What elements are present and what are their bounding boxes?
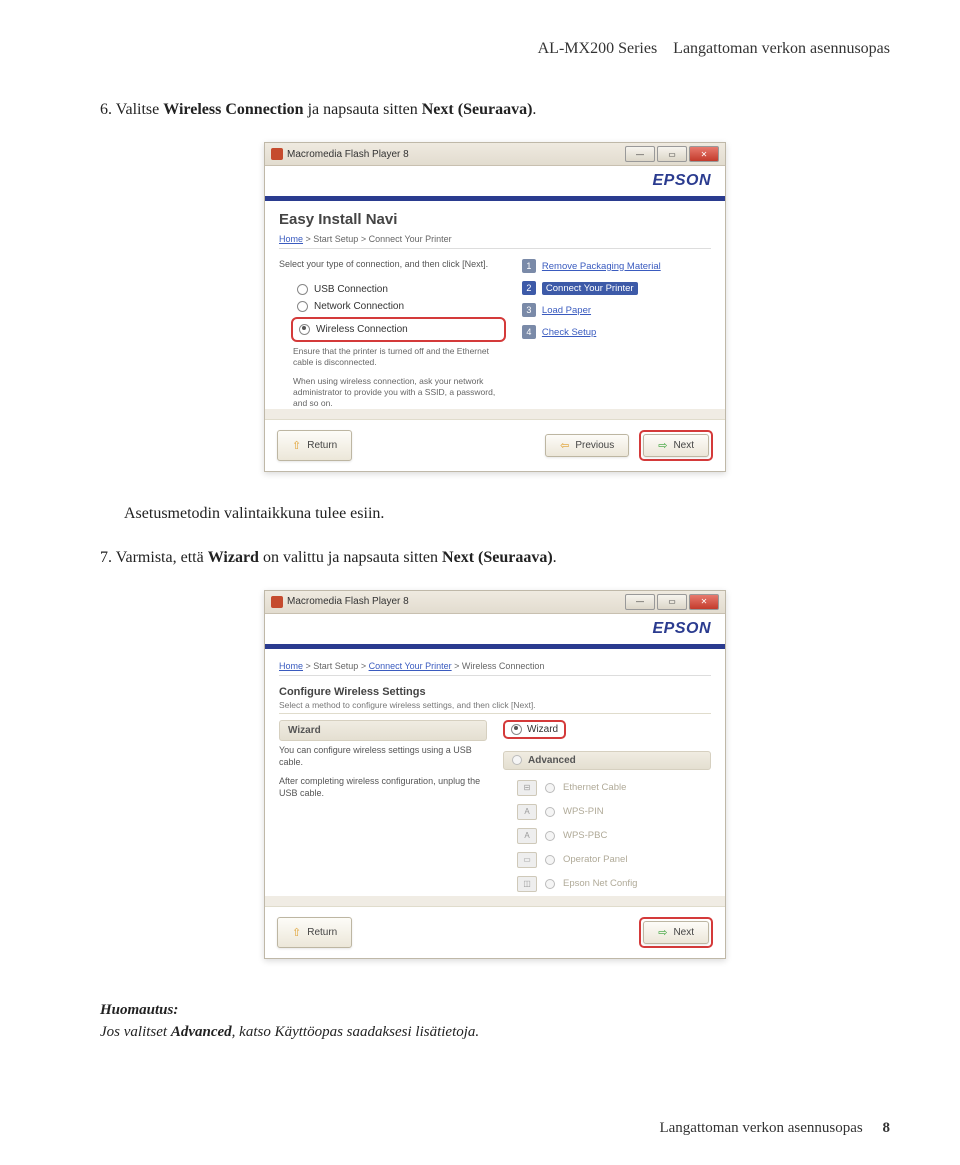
breadcrumb-connect[interactable]: Connect Your Printer — [369, 661, 452, 671]
page-footer: Langattoman verkon asennusopas 8 — [659, 1120, 890, 1137]
page-number: 8 — [883, 1120, 891, 1136]
minimize-button[interactable]: — — [625, 594, 655, 610]
window-titlebar: Macromedia Flash Player 8 — ▭ ✕ — [265, 591, 725, 614]
maximize-button[interactable]: ▭ — [657, 594, 687, 610]
setup-steps-list: 1Remove Packaging Material 2Connect Your… — [522, 259, 711, 409]
right-arrow-icon: ⇨ — [658, 439, 667, 452]
setup-step-1[interactable]: 1Remove Packaging Material — [522, 259, 711, 273]
flash-icon — [271, 148, 283, 160]
right-arrow-icon: ⇨ — [658, 926, 667, 939]
radio-icon — [512, 755, 522, 765]
window-title: Macromedia Flash Player 8 — [287, 596, 409, 607]
left-arrow-icon: ⇦ — [560, 439, 569, 452]
page-title: Easy Install Navi — [279, 211, 711, 228]
setup-step-4[interactable]: 4Check Setup — [522, 325, 711, 339]
brand-label: EPSON — [265, 614, 725, 649]
advanced-option-ethernet: ⊟Ethernet Cable — [503, 776, 711, 800]
screenshot-configure-wireless: Macromedia Flash Player 8 — ▭ ✕ EPSON Ho… — [264, 590, 726, 959]
panel-icon: ▭ — [517, 852, 537, 868]
series-label: AL-MX200 Series — [538, 40, 658, 57]
step-6-text: 6. Valitse Wireless Connection ja napsau… — [100, 98, 890, 122]
breadcrumb-home[interactable]: Home — [279, 234, 303, 244]
previous-button[interactable]: ⇦Previous — [545, 434, 629, 457]
flash-icon — [271, 596, 283, 608]
maximize-button[interactable]: ▭ — [657, 146, 687, 162]
return-button[interactable]: ⇧Return — [277, 430, 352, 461]
brand-label: EPSON — [265, 166, 725, 201]
between-text: Asetusmetodin valintaikkuna tulee esiin. — [124, 502, 890, 526]
note-heading: Huomautus: — [100, 999, 890, 1022]
wizard-desc-1: You can configure wireless settings usin… — [279, 745, 487, 768]
note-body: Jos valitset Advanced, katso Käyttöopas … — [100, 1021, 890, 1044]
advanced-option-wps-pbc: AWPS-PBC — [503, 824, 711, 848]
next-button-highlighted: ⇨Next — [639, 430, 713, 461]
footer-text: Langattoman verkon asennusopas — [659, 1120, 862, 1136]
return-arrow-icon: ⇧ — [292, 439, 301, 452]
radio-network-connection[interactable]: Network Connection — [279, 298, 506, 315]
setup-step-2[interactable]: 2Connect Your Printer — [522, 281, 711, 295]
note-ssid: When using wireless connection, ask your… — [279, 376, 506, 409]
note-block: Huomautus: Jos valitset Advanced, katso … — [100, 999, 890, 1044]
section-title: Configure Wireless Settings — [279, 686, 711, 698]
advanced-option-epson-net-config: ◫Epson Net Config — [503, 872, 711, 896]
doc-title: Langattoman verkon asennusopas — [673, 40, 890, 57]
radio-icon — [511, 724, 522, 735]
next-button[interactable]: ⇨Next — [643, 434, 709, 457]
window-title: Macromedia Flash Player 8 — [287, 149, 409, 160]
advanced-option-wps-pin: AWPS-PIN — [503, 800, 711, 824]
window-titlebar: Macromedia Flash Player 8 — ▭ ✕ — [265, 143, 725, 166]
netconfig-icon: ◫ — [517, 876, 537, 892]
screenshot-easy-install-navi: Macromedia Flash Player 8 — ▭ ✕ EPSON Ea… — [264, 142, 726, 472]
advanced-bar: Advanced — [503, 751, 711, 770]
next-button-highlighted: ⇨Next — [639, 917, 713, 948]
breadcrumb: Home > Start Setup > Connect Your Printe… — [279, 234, 711, 249]
close-button[interactable]: ✕ — [689, 594, 719, 610]
next-button[interactable]: ⇨Next — [643, 921, 709, 944]
setup-step-3[interactable]: 3Load Paper — [522, 303, 711, 317]
breadcrumb-connect: Connect Your Printer — [369, 234, 452, 244]
intro-text: Select your type of connection, and then… — [279, 259, 506, 271]
wizard-bar: Wizard — [279, 720, 487, 741]
radio-usb-connection[interactable]: USB Connection — [279, 281, 506, 298]
wps-pin-icon: A — [517, 804, 537, 820]
document-header: AL-MX200 Series Langattoman verkon asenn… — [100, 40, 890, 58]
radio-wizard-highlighted[interactable]: Wizard — [503, 720, 566, 739]
minimize-button[interactable]: — — [625, 146, 655, 162]
breadcrumb-home[interactable]: Home — [279, 661, 303, 671]
return-arrow-icon: ⇧ — [292, 926, 301, 939]
breadcrumb-start: Start Setup — [313, 234, 358, 244]
wps-pbc-icon: A — [517, 828, 537, 844]
radio-wireless-connection-highlighted[interactable]: Wireless Connection — [291, 317, 506, 342]
step-7-text: 7. Varmista, että Wizard on valittu ja n… — [100, 546, 890, 570]
wizard-desc-2: After completing wireless configuration,… — [279, 776, 487, 799]
close-button[interactable]: ✕ — [689, 146, 719, 162]
section-subtitle: Select a method to configure wireless se… — [279, 700, 711, 714]
breadcrumb: Home > Start Setup > Connect Your Printe… — [279, 661, 711, 676]
return-button[interactable]: ⇧Return — [277, 917, 352, 948]
advanced-option-operator-panel: ▭Operator Panel — [503, 848, 711, 872]
note-printer-off: Ensure that the printer is turned off an… — [279, 346, 506, 368]
ethernet-icon: ⊟ — [517, 780, 537, 796]
